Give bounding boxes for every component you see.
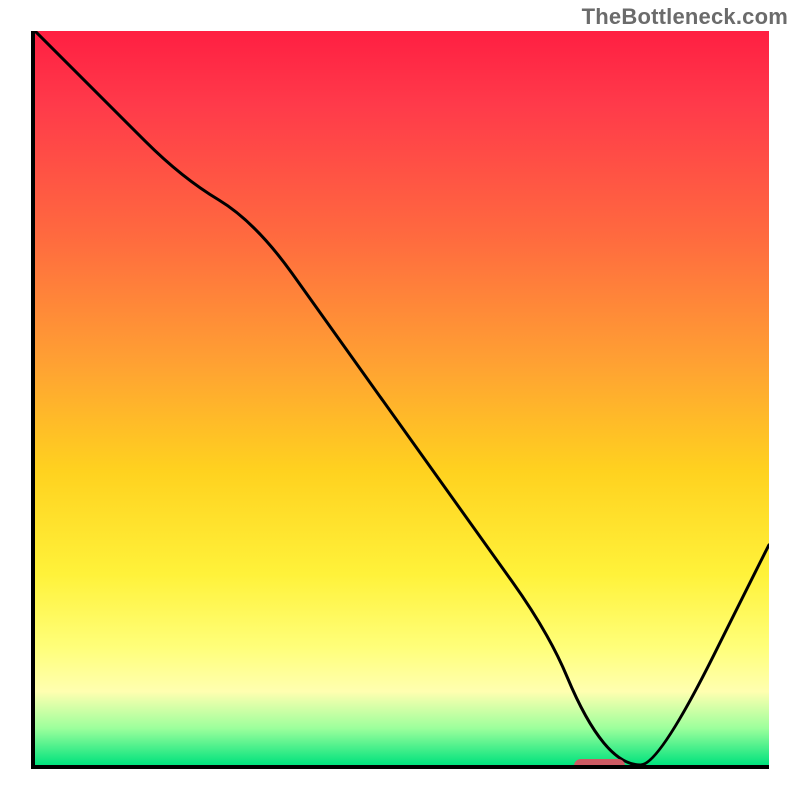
bottleneck-curve	[35, 31, 769, 765]
curve-path	[35, 31, 769, 765]
plot-area	[31, 31, 769, 769]
optimal-range-marker	[574, 759, 626, 769]
attribution-label: TheBottleneck.com	[582, 4, 788, 30]
chart-container: TheBottleneck.com	[0, 0, 800, 800]
